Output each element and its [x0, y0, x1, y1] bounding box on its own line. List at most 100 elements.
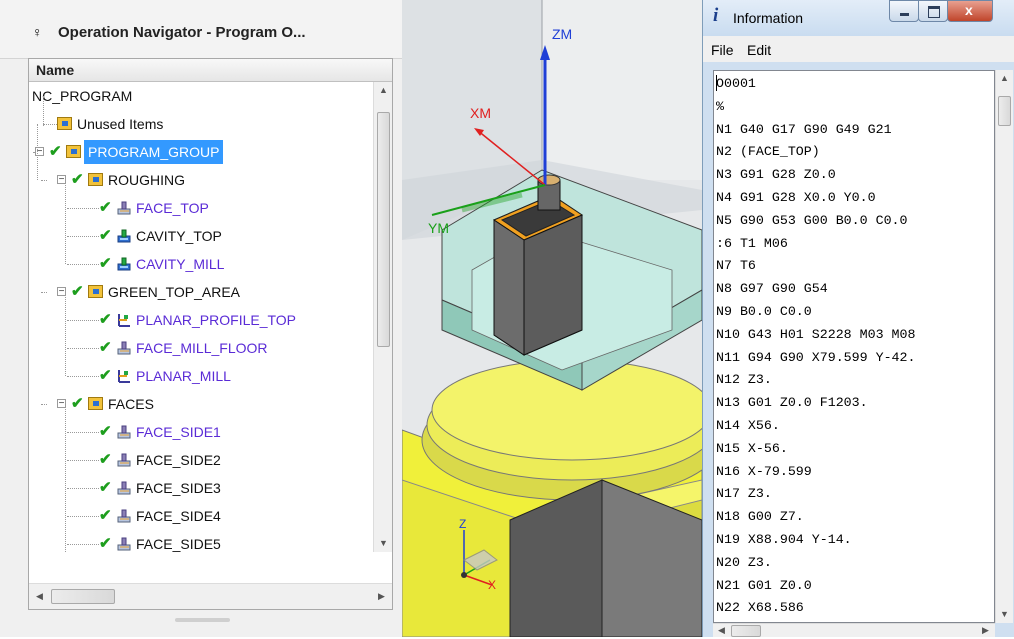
- scroll-right-icon[interactable]: ▶: [373, 588, 390, 605]
- tree-connector: [67, 376, 99, 377]
- info-scroll-left-icon[interactable]: ◀: [713, 622, 730, 639]
- tree-item-label: CAVITY_TOP: [136, 228, 222, 244]
- group-folder-icon: [88, 285, 103, 298]
- tree-connector: [43, 124, 57, 125]
- info-scroll-up-icon[interactable]: ▲: [996, 70, 1013, 87]
- tree-connector: [37, 124, 38, 180]
- planar-mill-icon: [118, 370, 130, 383]
- panel-resize-grip[interactable]: [175, 618, 230, 622]
- tree-item-label: PLANAR_PROFILE_TOP: [136, 312, 297, 328]
- column-header-label: Name: [36, 62, 75, 78]
- nc-code-line: N22 X68.586: [716, 600, 804, 616]
- information-title-bar[interactable]: i Information x: [703, 0, 1014, 36]
- text-caret: [716, 75, 717, 91]
- tree-vertical-scrollbar[interactable]: ▲ ▼: [373, 82, 392, 552]
- tree-connector: [41, 292, 47, 293]
- close-icon: x: [965, 2, 973, 18]
- navigator-title: Operation Navigator - Program O...: [58, 24, 306, 41]
- info-scroll-down-icon[interactable]: ▼: [996, 606, 1013, 623]
- tree-row[interactable]: Unused Items: [29, 110, 373, 138]
- nc-code-line: N8 G97 G90 G54: [716, 281, 828, 297]
- tree-row[interactable]: ✔ CAVITY_MILL: [29, 250, 373, 278]
- status-check-icon: ✔: [71, 283, 84, 300]
- tree-connector: [67, 516, 99, 517]
- tree-scroll-thumb[interactable]: [377, 112, 390, 347]
- navigator-tree-panel: Name NC_PROGRAM Unused Items − ✔ PROGRAM_GR…: [28, 58, 393, 610]
- tree-connector: [67, 460, 99, 461]
- scroll-down-icon[interactable]: ▼: [375, 535, 392, 552]
- tree-row[interactable]: ✔ FACE_SIDE4: [29, 502, 373, 530]
- face-milling-icon: [117, 425, 131, 439]
- face-milling-icon: [117, 201, 131, 215]
- status-check-icon: ✔: [99, 507, 112, 524]
- tree-connector: [43, 96, 44, 126]
- axis-label-zm: ZM: [552, 26, 573, 42]
- menu-edit[interactable]: Edit: [747, 42, 771, 58]
- tree-row[interactable]: ✔ PLANAR_PROFILE_TOP: [29, 306, 373, 334]
- tree-row[interactable]: − ✔ ROUGHING: [29, 166, 373, 194]
- tree-connector: [65, 404, 66, 552]
- graphics-viewport[interactable]: ZM XM YM Z X: [402, 0, 702, 637]
- tree-row[interactable]: ✔ FACE_SIDE2: [29, 446, 373, 474]
- tree-row[interactable]: ✔ PLANAR_MILL: [29, 362, 373, 390]
- info-icon: i: [713, 5, 719, 26]
- menu-file[interactable]: File: [711, 42, 734, 58]
- group-folder-icon: [88, 173, 103, 186]
- face-milling-icon: [117, 453, 131, 467]
- information-title: Information: [733, 10, 804, 26]
- tree-row[interactable]: ✔ FACE_MILL_FLOOR: [29, 334, 373, 362]
- tree-connector: [67, 208, 99, 209]
- nc-code-line: N5 G90 G53 G00 B0.0 C0.0: [716, 212, 908, 228]
- tree-row[interactable]: ✔ CAVITY_TOP: [29, 222, 373, 250]
- face-milling-icon: [117, 537, 131, 551]
- operation-tree: NC_PROGRAM Unused Items − ✔ PROGRAM_GROUP − ✔…: [29, 82, 373, 552]
- maximize-button[interactable]: [918, 0, 948, 22]
- nc-code-line: N7 T6: [716, 258, 756, 274]
- tree-row[interactable]: − ✔ GREEN_TOP_AREA: [29, 278, 373, 306]
- minimize-button[interactable]: [889, 0, 919, 22]
- nc-code-line: N10 G43 H01 S2228 M03 M08: [716, 326, 916, 342]
- close-button[interactable]: x: [947, 0, 993, 22]
- tree-horizontal-scrollbar[interactable]: ◀ ▶: [29, 583, 392, 609]
- status-check-icon: ✔: [99, 339, 112, 356]
- tree-hscroll-thumb[interactable]: [51, 589, 115, 604]
- status-check-icon: ✔: [99, 423, 112, 440]
- tree-item-label: CAVITY_MILL: [136, 256, 225, 272]
- pin-icon[interactable]: ♀: [32, 24, 43, 40]
- tree-connector: [67, 236, 99, 237]
- nc-code-line: N12 Z3.: [716, 372, 772, 388]
- nc-code-line: N13 G01 Z0.0 F1203.: [716, 395, 868, 411]
- tree-row[interactable]: − ✔ FACES: [29, 390, 373, 418]
- column-header-name[interactable]: Name: [29, 59, 392, 82]
- tree-row-root[interactable]: NC_PROGRAM: [29, 82, 373, 110]
- information-menu-bar: File Edit: [703, 36, 1014, 62]
- navigator-title-bar: ♀ Operation Navigator - Program O...: [0, 0, 402, 59]
- tree-connector: [65, 292, 66, 376]
- axis-label-x: X: [488, 578, 497, 592]
- axis-label-ym: YM: [428, 220, 449, 236]
- status-check-icon: ✔: [49, 143, 62, 160]
- tree-row[interactable]: ✔ FACE_SIDE3: [29, 474, 373, 502]
- nc-code-line: N15 X-56.: [716, 440, 788, 456]
- tree-row[interactable]: ✔ FACE_SIDE1: [29, 418, 373, 446]
- nc-code-line: N9 B0.0 C0.0: [716, 304, 812, 319]
- tree-row[interactable]: ✔ FACE_TOP: [29, 194, 373, 222]
- status-check-icon: ✔: [99, 255, 112, 272]
- information-window: i Information x File Edit O0001% N1 G40 G…: [702, 0, 1014, 637]
- tree-item-label: FACE_SIDE4: [136, 508, 221, 524]
- info-hscroll-thumb[interactable]: [731, 625, 761, 637]
- info-scroll-thumb[interactable]: [998, 96, 1011, 126]
- tree-root-label: NC_PROGRAM: [32, 88, 133, 104]
- scroll-up-icon[interactable]: ▲: [375, 82, 392, 99]
- scroll-left-icon[interactable]: ◀: [31, 588, 48, 605]
- tree-row[interactable]: − ✔ PROGRAM_GROUP: [29, 138, 373, 166]
- info-horizontal-scrollbar[interactable]: ◀ ▶: [713, 623, 995, 637]
- tree-item-label: FACE_SIDE3: [136, 480, 221, 496]
- status-check-icon: ✔: [99, 311, 112, 328]
- group-folder-icon: [57, 117, 72, 130]
- tree-row[interactable]: ✔ FACE_SIDE5: [29, 530, 373, 552]
- info-scroll-right-icon[interactable]: ▶: [977, 622, 994, 639]
- nc-code-textarea[interactable]: O0001% N1 G40 G17 G90 G49 G21 N2 (FACE_TOP…: [713, 70, 995, 623]
- tree-item-label: ROUGHING: [108, 172, 185, 188]
- info-vertical-scrollbar[interactable]: ▲ ▼: [995, 70, 1013, 623]
